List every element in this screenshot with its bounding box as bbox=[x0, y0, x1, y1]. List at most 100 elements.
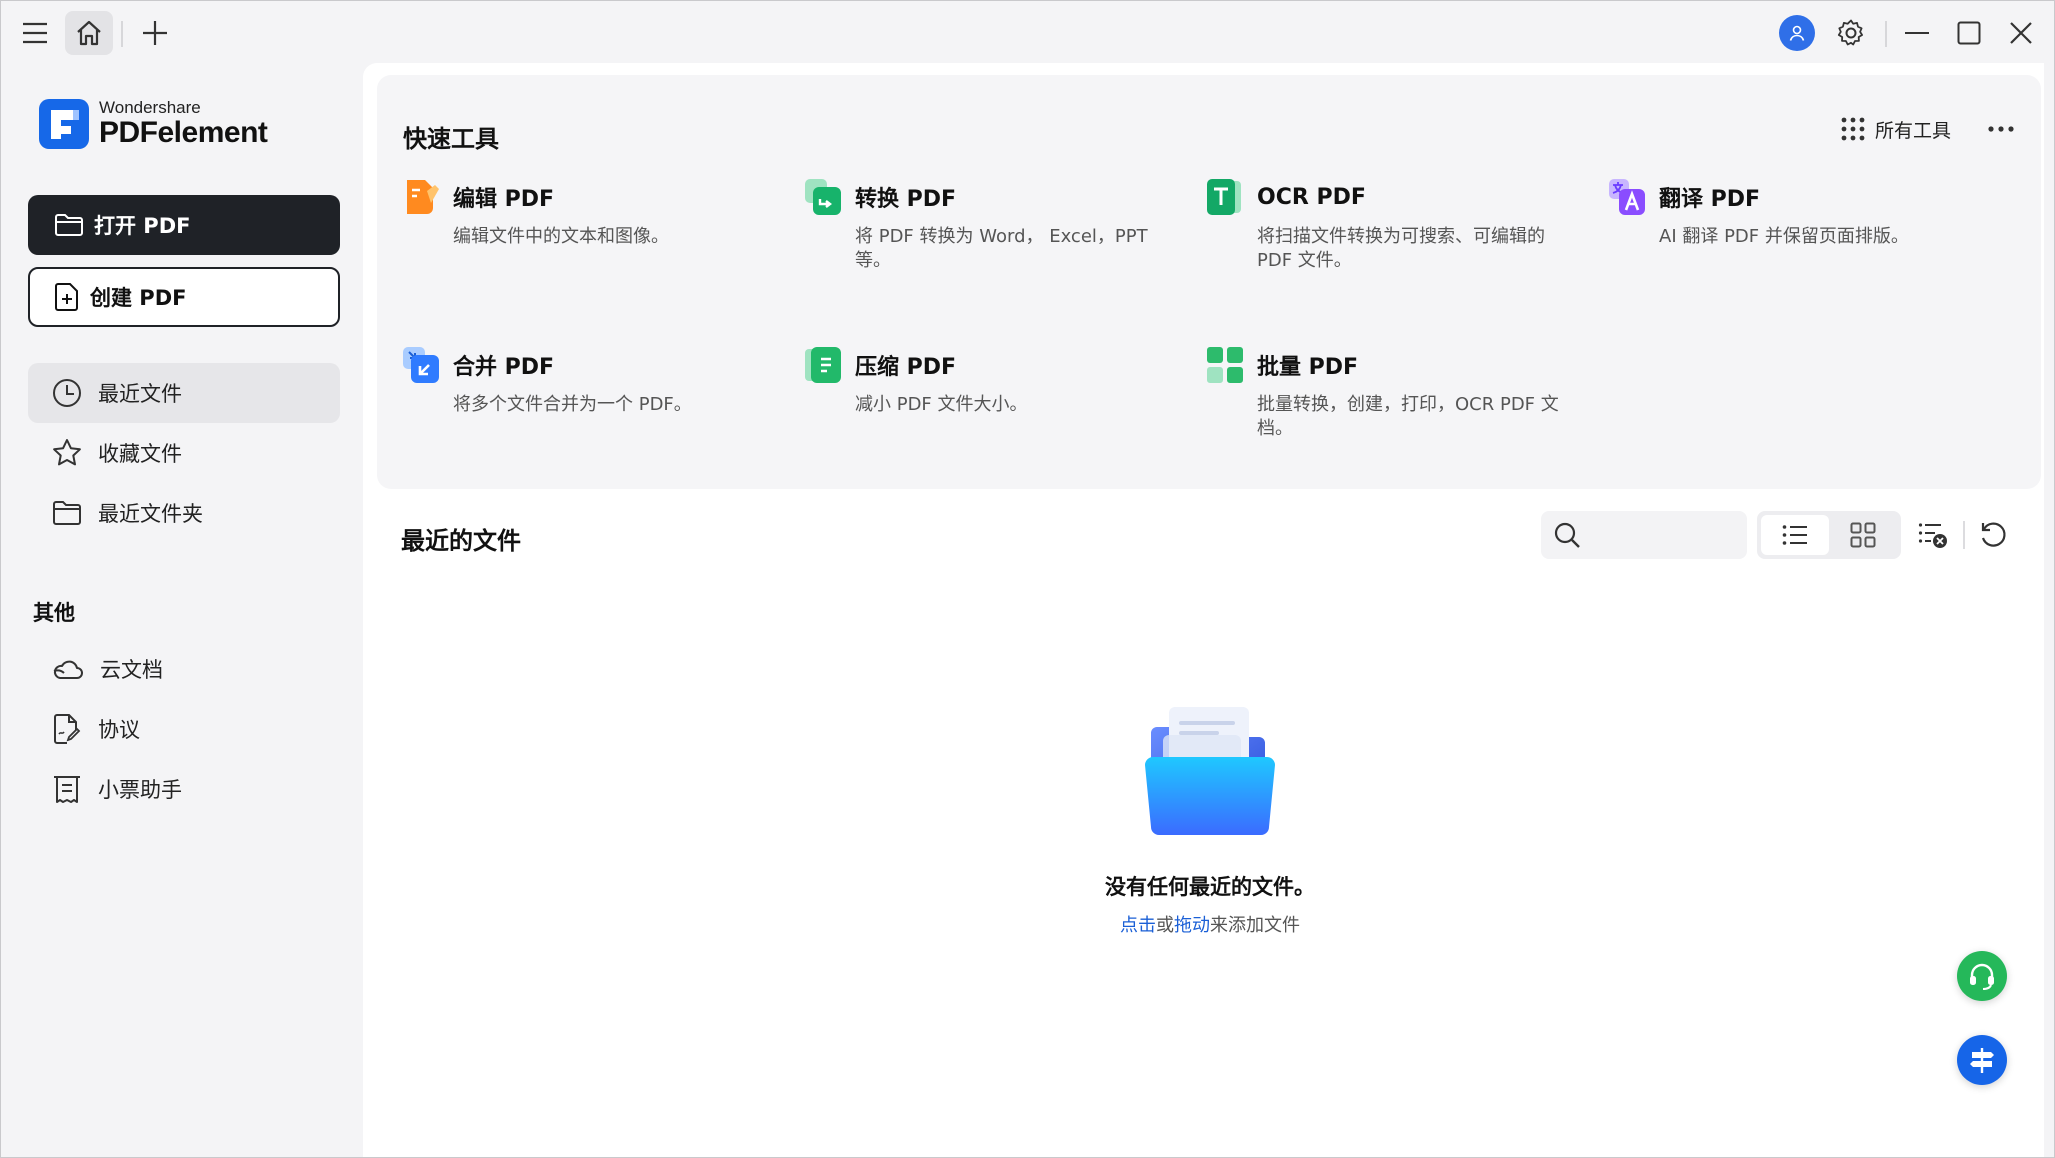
batch-pdf-icon bbox=[1207, 347, 1243, 383]
guide-signpost-button[interactable] bbox=[1957, 1035, 2007, 1085]
open-pdf-button[interactable]: 打开 PDF bbox=[28, 195, 340, 255]
folder-icon bbox=[53, 501, 81, 525]
sidebar-item-label: 云文档 bbox=[100, 658, 163, 682]
tool-compress-pdf[interactable]: 压缩 PDF 减小 PDF 文件大小。 bbox=[803, 345, 1183, 417]
brand-company: Wondershare bbox=[99, 98, 201, 117]
grid-icon bbox=[1850, 522, 1876, 548]
folder-icon bbox=[55, 214, 83, 236]
all-tools-label: 所有工具 bbox=[1875, 119, 1952, 142]
list-view-button[interactable] bbox=[1761, 515, 1829, 555]
hint-or-text: 或 bbox=[1156, 915, 1174, 936]
avatar-icon[interactable] bbox=[1779, 15, 1815, 51]
merge-pdf-icon bbox=[403, 347, 439, 383]
grid-view-button[interactable] bbox=[1829, 515, 1897, 555]
tool-edit-pdf[interactable]: 编辑 PDF 编辑文件中的文本和图像。 bbox=[401, 177, 781, 249]
sidebar-item-recent-folders[interactable]: 最近文件夹 bbox=[28, 483, 340, 543]
tool-name: 编辑 PDF bbox=[453, 187, 555, 212]
new-file-icon bbox=[55, 283, 78, 311]
tool-description: 批量转换，创建，打印，OCR PDF 文档。 bbox=[1257, 394, 1559, 439]
hint-rest-text: 来添加文件 bbox=[1210, 915, 1300, 936]
tool-description: 将 PDF 转换为 Word， Excel，PPT 等。 bbox=[855, 226, 1148, 271]
clear-list-icon bbox=[1918, 523, 1947, 548]
search-icon bbox=[1554, 522, 1580, 548]
sidebar-item-label: 小票助手 bbox=[98, 778, 182, 802]
home-icon[interactable] bbox=[65, 11, 113, 55]
tool-translate-pdf[interactable]: 翻译 PDF AI 翻译 PDF 并保留页面排版。 bbox=[1607, 177, 1987, 249]
edit-pdf-icon bbox=[407, 180, 439, 214]
divider bbox=[121, 21, 123, 47]
headset-icon bbox=[1970, 963, 1994, 990]
receipt-icon bbox=[54, 776, 80, 803]
recent-files-title: 最近的文件 bbox=[401, 527, 521, 555]
translate-pdf-icon bbox=[1609, 179, 1645, 215]
tool-description: 将多个文件合并为一个 PDF。 bbox=[453, 394, 692, 415]
search-input[interactable] bbox=[1589, 525, 1739, 545]
tool-description: 减小 PDF 文件大小。 bbox=[855, 394, 1028, 415]
customer-support-button[interactable] bbox=[1957, 951, 2007, 1001]
brand-product: PDFelement bbox=[99, 116, 268, 149]
sidebar-item-recent-files[interactable]: 最近文件 bbox=[28, 363, 340, 423]
convert-pdf-icon bbox=[805, 179, 841, 215]
gear-icon[interactable] bbox=[1831, 13, 1871, 53]
maximize-icon[interactable] bbox=[1949, 13, 1989, 53]
pdfelement-logo-icon bbox=[39, 99, 89, 149]
tool-merge-pdf[interactable]: 合并 PDF 将多个文件合并为一个 PDF。 bbox=[401, 345, 781, 417]
tool-name: OCR PDF bbox=[1257, 184, 1366, 210]
all-tools-button[interactable]: 所有工具 bbox=[1841, 111, 1951, 147]
tool-name: 批量 PDF bbox=[1257, 355, 1359, 380]
clock-icon bbox=[53, 379, 81, 407]
empty-state-title: 没有任何最近的文件。 bbox=[1105, 875, 1315, 899]
tool-convert-pdf[interactable]: 转换 PDF 将 PDF 转换为 Word， Excel，PPT 等。 bbox=[803, 177, 1183, 273]
quick-tools-panel: 快速工具 所有工具 编辑 PDF 编辑文件中的文本和图像。 转换 PDF 将 P… bbox=[377, 75, 2041, 489]
list-icon bbox=[1782, 525, 1807, 545]
sidebar-item-label: 最近文件夹 bbox=[98, 502, 203, 526]
create-pdf-button[interactable]: 创建 PDF bbox=[28, 267, 340, 327]
sidebar-item-receipt-assistant[interactable]: 小票助手 bbox=[28, 759, 340, 819]
empty-state-hint: 点击或拖动来添加文件 bbox=[963, 911, 1457, 937]
other-section-title: 其他 bbox=[33, 601, 75, 625]
new-tab-plus-icon[interactable] bbox=[135, 13, 175, 53]
divider bbox=[1885, 21, 1887, 47]
sidebar-item-cloud-docs[interactable]: 云文档 bbox=[28, 639, 340, 699]
view-mode-toggle bbox=[1757, 511, 1901, 559]
menu-icon[interactable] bbox=[15, 13, 55, 53]
tool-name: 合并 PDF bbox=[453, 355, 555, 380]
search-box[interactable] bbox=[1541, 511, 1747, 559]
refresh-icon bbox=[1981, 522, 2006, 547]
app-window: Wondershare PDFelement 打开 PDF 创建 PDF 最近文… bbox=[0, 0, 2055, 1158]
signpost-icon bbox=[1970, 1048, 1994, 1073]
quick-tools-title: 快速工具 bbox=[403, 125, 499, 153]
title-bar bbox=[1, 1, 2055, 63]
minimize-icon[interactable] bbox=[1897, 13, 1937, 53]
agreement-icon bbox=[54, 714, 81, 744]
sidebar-item-agreement[interactable]: 协议 bbox=[28, 699, 340, 759]
drag-to-add-link[interactable]: 拖动 bbox=[1174, 915, 1210, 936]
compress-pdf-icon bbox=[805, 347, 841, 383]
refresh-button[interactable] bbox=[1971, 513, 2015, 557]
sidebar-item-label: 收藏文件 bbox=[98, 442, 182, 466]
tool-batch-pdf[interactable]: 批量 PDF 批量转换，创建，打印，OCR PDF 文档。 bbox=[1205, 345, 1585, 441]
tool-name: 转换 PDF bbox=[855, 187, 957, 212]
sidebar-item-favorites[interactable]: 收藏文件 bbox=[28, 423, 340, 483]
close-icon[interactable] bbox=[2001, 13, 2041, 53]
tool-description: 编辑文件中的文本和图像。 bbox=[453, 226, 669, 247]
more-options-icon[interactable] bbox=[1983, 113, 2019, 145]
divider bbox=[1963, 521, 1965, 549]
tool-description: AI 翻译 PDF 并保留页面排版。 bbox=[1659, 226, 1909, 247]
sidebar-item-label: 协议 bbox=[98, 718, 140, 742]
cloud-icon bbox=[53, 660, 83, 679]
tool-name: 翻译 PDF bbox=[1659, 187, 1761, 212]
empty-folder-illustration bbox=[1141, 703, 1279, 837]
ocr-pdf-icon bbox=[1207, 179, 1241, 215]
tool-name: 压缩 PDF bbox=[855, 355, 957, 380]
sidebar-item-label: 最近文件 bbox=[98, 382, 182, 406]
tool-ocr-pdf[interactable]: OCR PDF 将扫描文件转换为可搜索、可编辑的 PDF 文件。 bbox=[1205, 177, 1585, 273]
click-to-add-link[interactable]: 点击 bbox=[1120, 915, 1156, 936]
open-pdf-label: 打开 PDF bbox=[94, 214, 191, 238]
tool-description: 将扫描文件转换为可搜索、可编辑的 PDF 文件。 bbox=[1257, 226, 1545, 271]
clear-list-button[interactable] bbox=[1911, 513, 1955, 557]
sidebar: Wondershare PDFelement 打开 PDF 创建 PDF 最近文… bbox=[1, 63, 363, 1157]
main-content: 快速工具 所有工具 编辑 PDF 编辑文件中的文本和图像。 转换 PDF 将 P… bbox=[363, 63, 2044, 1157]
brand-logo: Wondershare PDFelement bbox=[39, 98, 268, 149]
star-icon bbox=[53, 439, 81, 466]
